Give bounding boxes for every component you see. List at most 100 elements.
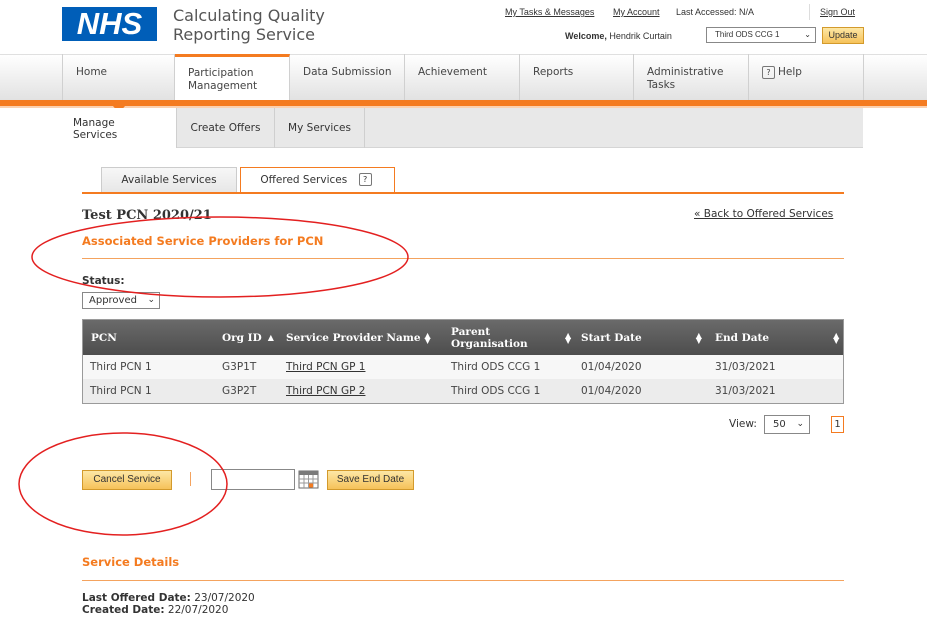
calendar-icon[interactable] bbox=[298, 470, 319, 489]
status-label: Status: bbox=[82, 275, 125, 287]
tab-label: Offered Services bbox=[260, 174, 348, 186]
save-end-date-button[interactable]: Save End Date bbox=[327, 470, 414, 490]
column-header-label: Start Date bbox=[581, 331, 642, 344]
subnav-tab-label: My Services bbox=[288, 122, 351, 134]
user-name: Hendrik Curtain bbox=[609, 31, 672, 41]
help-icon[interactable]: ? bbox=[358, 173, 372, 186]
status-select-value: Approved bbox=[89, 295, 137, 306]
help-icon: ? bbox=[762, 66, 775, 79]
section-divider bbox=[82, 580, 844, 581]
column-header-end-date[interactable]: End Date ▲ ▼ bbox=[715, 320, 843, 355]
cell-parent-organisation: Third ODS CCG 1 bbox=[451, 385, 541, 397]
column-header-pcn[interactable]: PCN bbox=[91, 320, 211, 355]
sign-out-link[interactable]: Sign Out bbox=[820, 7, 855, 17]
back-to-offered-services-link[interactable]: « Back to Offered Services bbox=[694, 208, 833, 220]
page-size-select[interactable]: 50 ⌄ bbox=[764, 415, 810, 434]
created-label: Created Date: bbox=[82, 604, 165, 616]
view-label: View: bbox=[729, 418, 757, 430]
last-offered-label: Last Offered Date: bbox=[82, 592, 191, 604]
nav-tab-participation-management[interactable]: Participation Management bbox=[175, 54, 290, 100]
column-header-start-date[interactable]: Start Date ▲ ▼ bbox=[581, 320, 711, 355]
column-header-label: Parent Organisation bbox=[451, 325, 528, 350]
created-value: 22/07/2020 bbox=[167, 604, 229, 616]
cell-parent-organisation: Third ODS CCG 1 bbox=[451, 361, 541, 373]
tab-available-services[interactable]: Available Services bbox=[101, 167, 237, 193]
nav-tab-data-submission[interactable]: Data Submission bbox=[290, 54, 405, 100]
organisation-select[interactable]: Third ODS CCG 1 ⌄ bbox=[706, 27, 816, 43]
chevron-down-icon: ⌄ bbox=[147, 295, 155, 305]
section-divider bbox=[82, 258, 844, 259]
nav-tab-help[interactable]: ? Help bbox=[749, 54, 864, 100]
table-row: Third PCN 1 G3P2T Third PCN GP 2 Third O… bbox=[83, 379, 843, 403]
last-accessed: Last Accessed: N/A bbox=[676, 7, 755, 17]
nav-tab-label: Home bbox=[76, 66, 108, 78]
page-size-value: 50 bbox=[773, 419, 786, 430]
sort-updown-icon[interactable]: ▲ ▼ bbox=[425, 331, 431, 344]
app-title-line2: Reporting Service bbox=[173, 25, 315, 44]
welcome-label: Welcome, bbox=[565, 31, 607, 41]
nav-tab-label: Reports bbox=[533, 66, 574, 78]
cell-org-id: G3P1T bbox=[222, 361, 257, 373]
service-details-heading: Service Details bbox=[82, 555, 180, 569]
page-title: Test PCN 2020/21 bbox=[82, 208, 212, 223]
subnav-tab-manage-services[interactable]: Manage Services bbox=[62, 108, 177, 149]
cell-service-provider-link[interactable]: Third PCN GP 1 bbox=[286, 355, 365, 379]
nav-tab-home[interactable]: Home bbox=[62, 54, 175, 100]
page-number-button[interactable]: 1 bbox=[831, 416, 844, 433]
subnav-tab-my-services[interactable]: My Services bbox=[275, 108, 365, 148]
app-title-line1: Calculating Quality bbox=[173, 6, 325, 25]
sort-updown-icon[interactable]: ▲ ▼ bbox=[565, 331, 571, 344]
sort-updown-icon[interactable]: ▲ ▼ bbox=[696, 331, 702, 344]
nav-accent-bar bbox=[0, 100, 927, 108]
column-header-label: End Date bbox=[715, 331, 770, 344]
last-offered-date: Last Offered Date: 23/07/2020 bbox=[82, 592, 255, 604]
sort-updown-icon[interactable]: ▲ ▼ bbox=[833, 331, 839, 344]
subnav-tab-label: Manage Services bbox=[73, 117, 118, 141]
nav-tab-label: Help bbox=[778, 66, 802, 78]
tab-underline bbox=[82, 192, 844, 194]
last-offered-value: 23/07/2020 bbox=[194, 592, 255, 604]
section-heading: Associated Service Providers for PCN bbox=[82, 234, 324, 248]
nav-tab-reports[interactable]: Reports bbox=[520, 54, 634, 100]
nav-tab-label: Administrative Tasks bbox=[647, 66, 724, 91]
status-select[interactable]: Approved ⌄ bbox=[82, 292, 160, 309]
sort-asc-icon[interactable]: ▲ bbox=[268, 333, 274, 341]
nav-tab-achievement[interactable]: Achievement bbox=[405, 54, 520, 100]
header-divider bbox=[809, 4, 810, 20]
cell-pcn: Third PCN 1 bbox=[90, 361, 152, 373]
nav-tab-administrative-tasks[interactable]: Administrative Tasks bbox=[634, 54, 749, 100]
action-separator bbox=[190, 472, 191, 486]
subnav-tab-create-offers[interactable]: Create Offers bbox=[177, 108, 275, 148]
cell-end-date: 31/03/2021 bbox=[715, 361, 776, 373]
column-header-label: Org ID bbox=[222, 331, 262, 344]
tab-offered-services[interactable]: Offered Services ? bbox=[240, 167, 395, 194]
welcome-text: Welcome, Hendrik Curtain bbox=[565, 31, 672, 41]
cell-end-date: 31/03/2021 bbox=[715, 385, 776, 397]
app-title: Calculating Quality Reporting Service bbox=[173, 6, 393, 44]
table-row: Third PCN 1 G3P1T Third PCN GP 1 Third O… bbox=[83, 355, 843, 379]
chevron-down-icon: ⌄ bbox=[796, 419, 804, 429]
cell-start-date: 01/04/2020 bbox=[581, 361, 642, 373]
cell-pcn: Third PCN 1 bbox=[90, 385, 152, 397]
cancel-service-button[interactable]: Cancel Service bbox=[82, 470, 172, 490]
nav-tab-label: Participation Management bbox=[188, 67, 258, 92]
column-header-label: Service Provider Name bbox=[286, 331, 421, 344]
organisation-select-value: Third ODS CCG 1 bbox=[715, 30, 780, 39]
created-date: Created Date: 22/07/2020 bbox=[82, 604, 228, 616]
column-header-label: PCN bbox=[91, 331, 117, 344]
nav-tab-label: Achievement bbox=[418, 66, 487, 78]
tab-label: Available Services bbox=[121, 174, 217, 186]
chevron-down-icon: ⌄ bbox=[804, 30, 811, 39]
cell-start-date: 01/04/2020 bbox=[581, 385, 642, 397]
cell-org-id: G3P2T bbox=[222, 385, 257, 397]
my-account-link[interactable]: My Account bbox=[613, 7, 660, 17]
update-button[interactable]: Update bbox=[822, 27, 864, 44]
my-tasks-link[interactable]: My Tasks & Messages bbox=[505, 7, 594, 17]
column-header-parent-organisation[interactable]: Parent Organisation ▲ ▼ bbox=[451, 320, 576, 355]
cell-service-provider-link[interactable]: Third PCN GP 2 bbox=[286, 379, 365, 403]
nav-tab-label: Data Submission bbox=[303, 66, 392, 78]
column-header-org-id[interactable]: Org ID ▲ bbox=[222, 320, 284, 355]
column-header-service-provider-name[interactable]: Service Provider Name ▲ ▼ bbox=[286, 320, 446, 355]
nhs-logo: NHS bbox=[62, 7, 157, 41]
end-date-input[interactable] bbox=[211, 469, 295, 490]
